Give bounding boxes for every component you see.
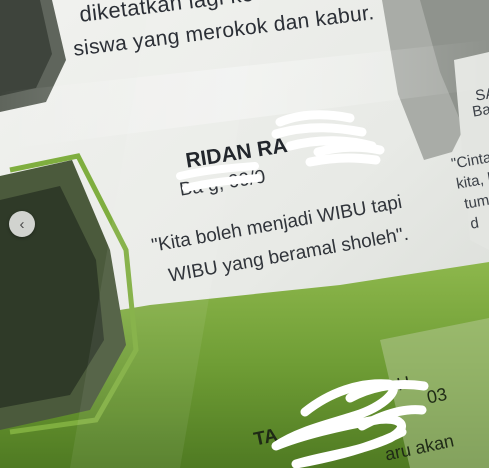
- carousel-prev-button[interactable]: ‹: [9, 211, 35, 237]
- side-fragment-2: Bar: [471, 99, 489, 121]
- chevron-left-icon: ‹: [19, 215, 25, 233]
- photo-stage: diketatkan lagi ke siswa yang merokok da…: [0, 0, 489, 468]
- bottom-year-digits: 03: [425, 383, 449, 408]
